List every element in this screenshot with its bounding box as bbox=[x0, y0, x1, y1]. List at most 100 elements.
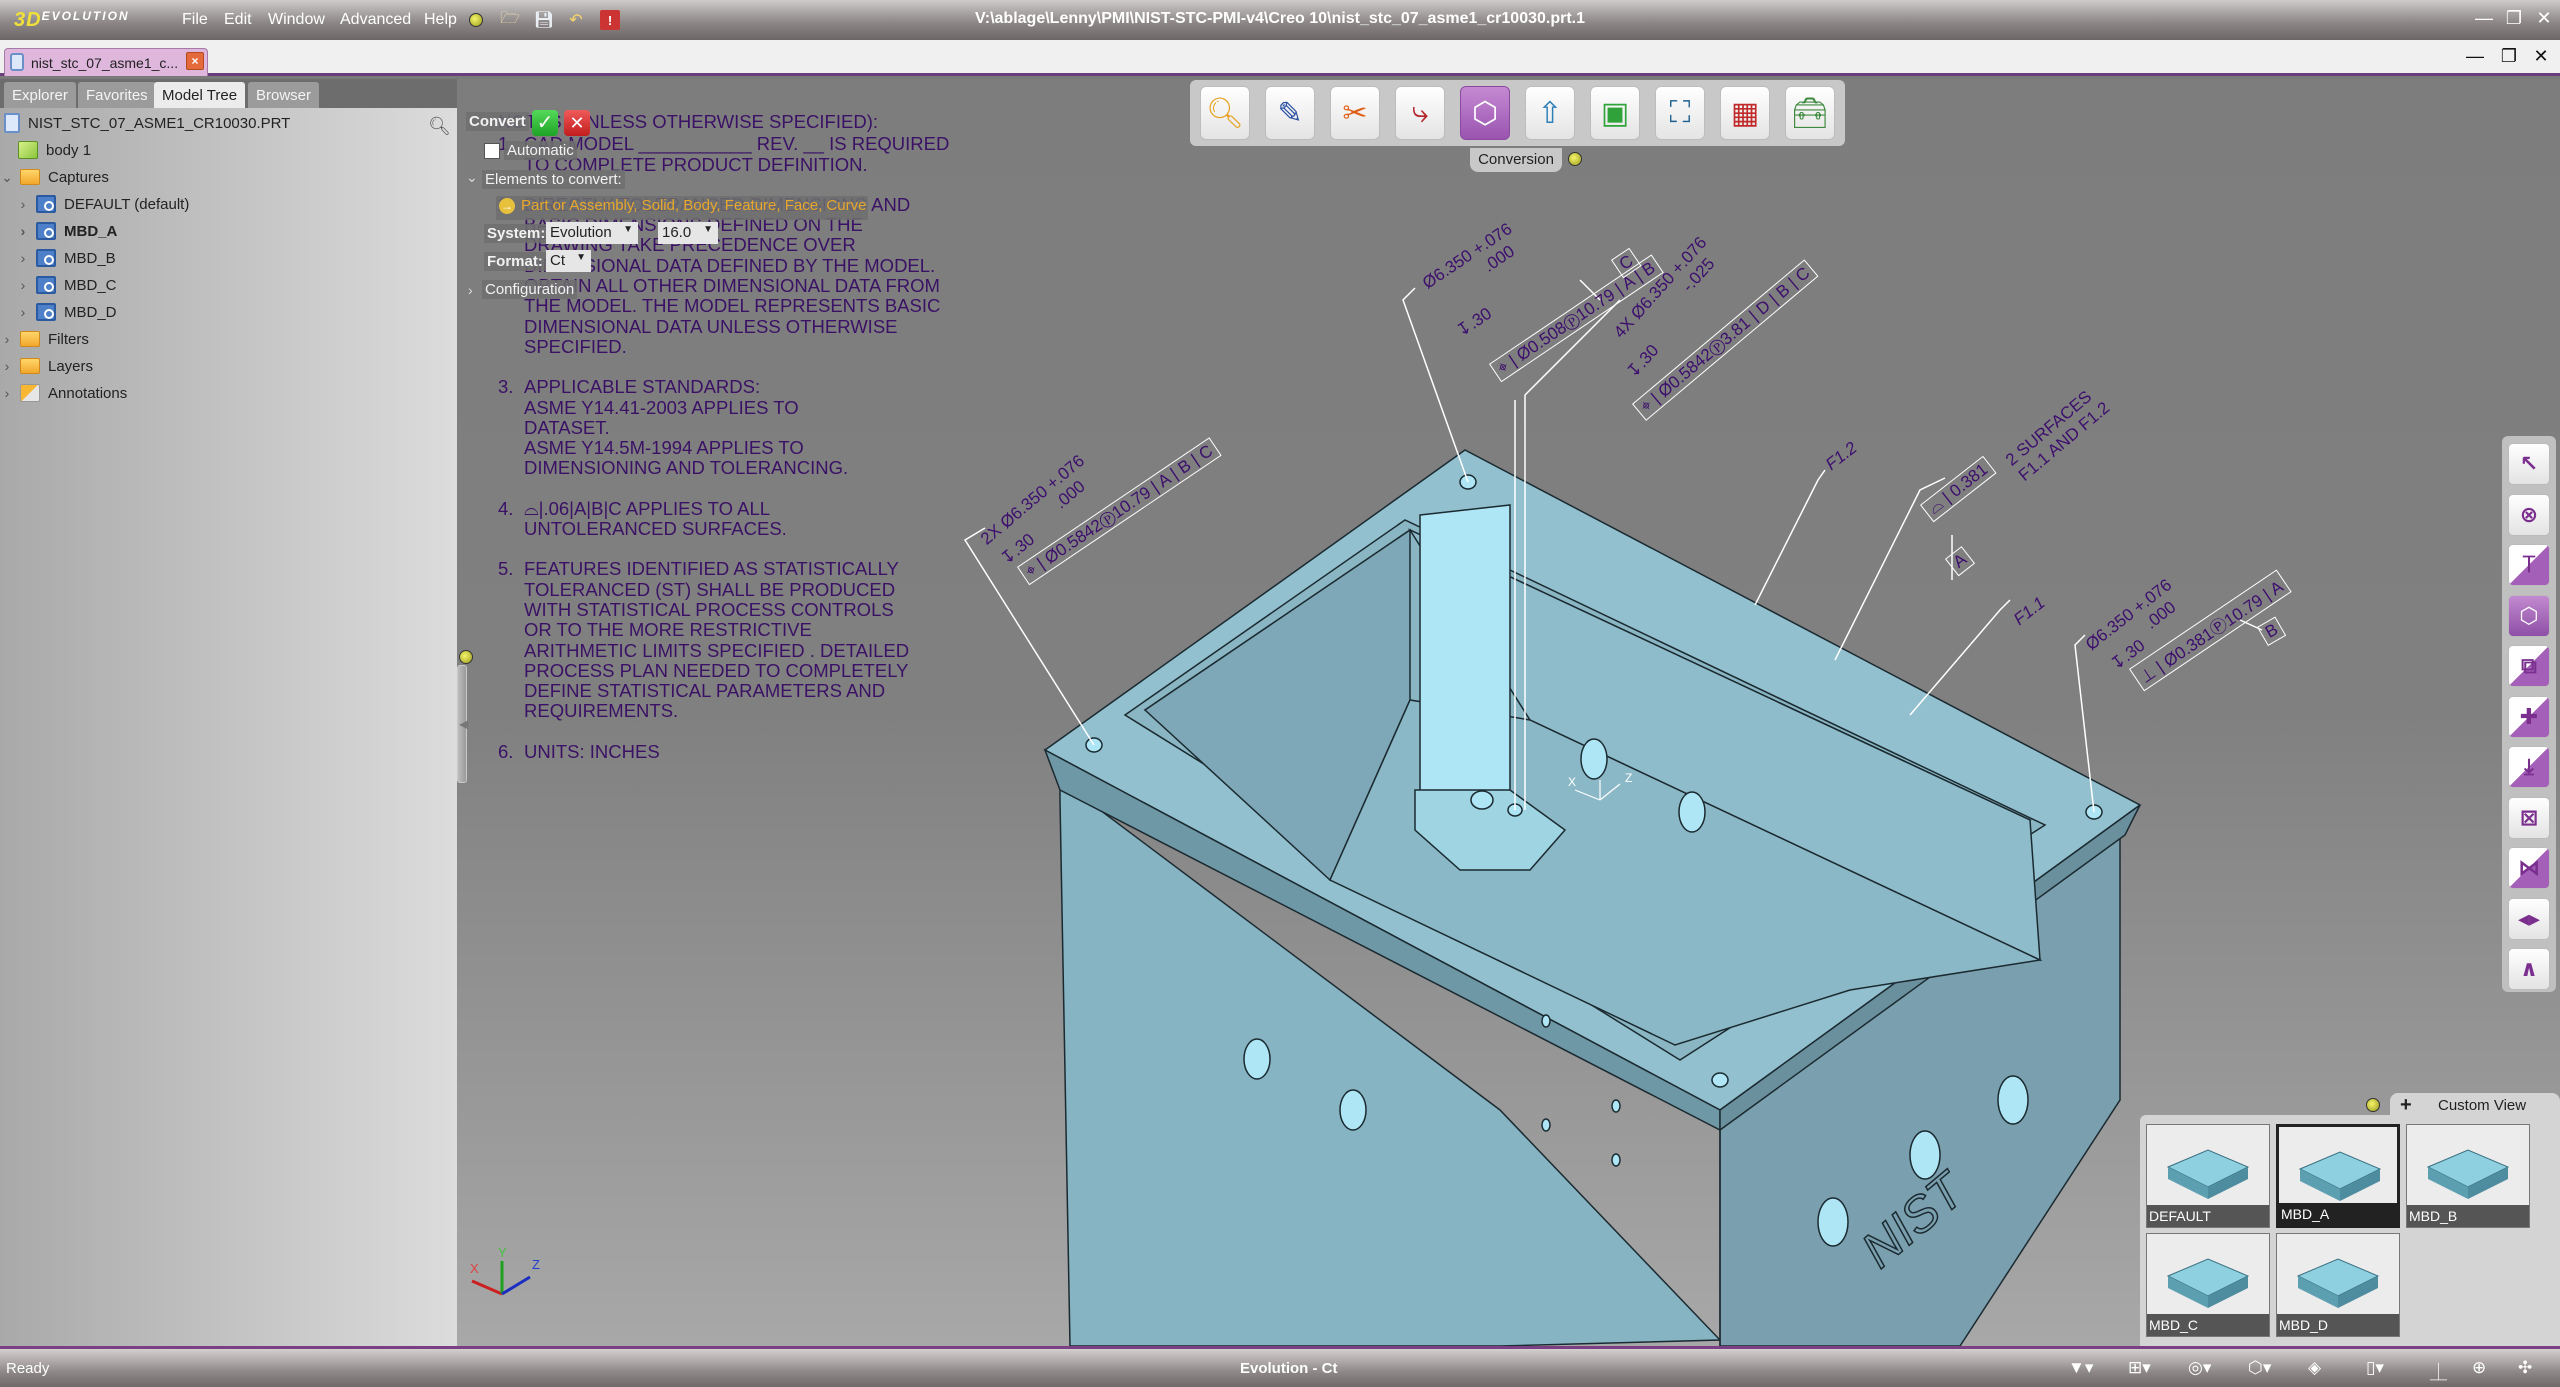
toolbox-button[interactable]: 🧰︎ bbox=[1785, 86, 1835, 140]
chevron-right-icon[interactable]: › bbox=[0, 331, 14, 347]
elements-to-convert-value[interactable]: → Part or Assembly, Solid, Body, Feature,… bbox=[496, 196, 868, 220]
tree-item-label: MBD_C bbox=[64, 276, 117, 294]
tab-browser[interactable]: Browser bbox=[248, 82, 320, 108]
box-cross-button[interactable]: ⊠ bbox=[2508, 796, 2550, 839]
doc-minimize-button[interactable]: — bbox=[2462, 46, 2488, 70]
conversion-tab[interactable]: Conversion bbox=[1470, 148, 1562, 172]
add-view-icon[interactable]: + bbox=[2400, 1094, 2412, 1117]
visibility-icon[interactable]: ◎▾ bbox=[2188, 1358, 2211, 1378]
shading-icon[interactable]: ◈ bbox=[2308, 1358, 2321, 1378]
pin-icon[interactable] bbox=[466, 10, 486, 30]
menu-window[interactable]: Window bbox=[268, 11, 325, 29]
save-icon[interactable]: 💾︎ bbox=[534, 10, 554, 30]
tree-item-capture[interactable]: › MBD_A bbox=[16, 218, 117, 244]
note-item: 1.CAD MODEL ___________ REV. __ IS REQUI… bbox=[498, 133, 1038, 175]
close-tab-icon[interactable]: × bbox=[186, 52, 204, 70]
tab-model-tree[interactable]: Model Tree bbox=[154, 82, 246, 108]
collapse-left-icon[interactable]: ◀ bbox=[459, 717, 468, 731]
cancel-button[interactable]: ⊗ bbox=[2508, 493, 2550, 536]
cancel-icon: ⊗ bbox=[2519, 501, 2539, 527]
elements-to-convert-label[interactable]: Elements to convert: bbox=[482, 170, 625, 189]
format-select[interactable]: Ct ▼ bbox=[546, 250, 591, 272]
part-icon bbox=[10, 53, 24, 71]
view-thumbnail[interactable]: MBD_B bbox=[2406, 1124, 2530, 1228]
chevron-right-icon[interactable]: › bbox=[468, 282, 473, 298]
inspect-button[interactable]: 🔍︎ bbox=[1200, 86, 1250, 140]
cancel-button[interactable]: ✕ bbox=[564, 110, 590, 136]
chevron-right-icon[interactable]: › bbox=[16, 196, 30, 212]
tree-item-annotations[interactable]: › Annotations bbox=[0, 380, 127, 406]
doc-close-button[interactable]: ✕ bbox=[2528, 46, 2554, 70]
convert-button[interactable]: ⬡ bbox=[2508, 594, 2550, 637]
tab-explorer[interactable]: Explorer bbox=[4, 82, 76, 108]
conversion-button[interactable]: ⬡ bbox=[1460, 86, 1510, 140]
tree-item-capture[interactable]: › DEFAULT (default) bbox=[16, 191, 189, 217]
add-button[interactable]: ✚ bbox=[2508, 695, 2550, 738]
tree-item-part[interactable]: NIST_STC_07_ASME1_CR10030.PRT bbox=[4, 110, 290, 136]
configuration-section[interactable]: Configuration bbox=[482, 280, 578, 299]
collapse-up-button[interactable]: ∧ bbox=[2508, 948, 2550, 990]
menu-file[interactable]: File bbox=[182, 11, 208, 29]
chevron-right-icon[interactable]: › bbox=[0, 358, 14, 374]
minimize-button[interactable]: — bbox=[2470, 8, 2498, 32]
pin-icon[interactable] bbox=[1568, 152, 1582, 166]
menu-edit[interactable]: Edit bbox=[224, 11, 252, 29]
restore-button[interactable]: ❐ bbox=[2500, 8, 2528, 32]
search-icon[interactable]: 🔍︎ bbox=[428, 116, 451, 137]
menu-help[interactable]: Help bbox=[424, 11, 457, 29]
format-label: Format: bbox=[484, 252, 546, 271]
report-icon[interactable]: ! bbox=[600, 10, 620, 30]
tree-item-layers[interactable]: › Layers bbox=[0, 353, 93, 379]
tree-item-capture[interactable]: › MBD_B bbox=[16, 245, 116, 271]
confirm-button[interactable]: ✓ bbox=[532, 110, 558, 136]
filter-icon[interactable]: ▼▾ bbox=[2068, 1358, 2093, 1378]
view-thumbnail[interactable]: MBD_D bbox=[2276, 1233, 2400, 1337]
pin-icon[interactable] bbox=[459, 650, 473, 664]
chevron-down-icon[interactable]: ⌄ bbox=[0, 169, 14, 186]
close-button[interactable]: ✕ bbox=[2530, 8, 2558, 32]
display-mode-icon[interactable]: ▯▾ bbox=[2366, 1358, 2384, 1378]
center-icon[interactable]: ⊕ bbox=[2472, 1358, 2486, 1378]
undo-icon[interactable]: ↶ bbox=[566, 10, 586, 30]
drawing-button[interactable]: ▦ bbox=[1720, 86, 1770, 140]
document-tab[interactable]: nist_stc_07_asme1_c... bbox=[4, 48, 208, 76]
chevron-right-icon[interactable]: › bbox=[16, 277, 30, 293]
select-arrow-button[interactable]: ↖ bbox=[2508, 443, 2550, 485]
doc-restore-button[interactable]: ❐ bbox=[2496, 46, 2522, 70]
plane-icon[interactable]: ⏊ bbox=[2430, 1358, 2447, 1383]
chevron-right-icon[interactable]: › bbox=[16, 223, 30, 239]
pmi-transfer-button[interactable]: ⤷ bbox=[1395, 86, 1445, 140]
tab-favorites[interactable]: Favorites bbox=[78, 82, 156, 108]
tree-item-captures[interactable]: ⌄ Captures bbox=[0, 164, 109, 190]
tree-item-capture[interactable]: › MBD_C bbox=[16, 272, 117, 298]
version-select[interactable]: 16.0 ▼ bbox=[658, 222, 718, 244]
open-folder-icon[interactable]: 🗁 bbox=[500, 10, 520, 30]
join-button[interactable]: ⋈ bbox=[2508, 847, 2550, 889]
hierarchy-icon[interactable]: ⊞▾ bbox=[2128, 1358, 2151, 1378]
tree-item-filters[interactable]: › Filters bbox=[0, 326, 89, 352]
chevron-right-icon[interactable]: › bbox=[0, 385, 14, 401]
structure-button[interactable]: ⛶ bbox=[1655, 86, 1705, 140]
edit-button[interactable]: ✎ bbox=[1265, 86, 1315, 140]
view-thumbnail[interactable]: MBD_C bbox=[2146, 1233, 2270, 1337]
menu-advanced[interactable]: Advanced bbox=[340, 11, 411, 29]
frame-button[interactable]: ▣ bbox=[1590, 86, 1640, 140]
pan-icon[interactable]: ✣ bbox=[2518, 1358, 2532, 1378]
system-select[interactable]: Evolution ▼ bbox=[546, 222, 638, 244]
view-thumbnail[interactable]: DEFAULT bbox=[2146, 1124, 2270, 1228]
pin-icon[interactable] bbox=[2366, 1098, 2380, 1112]
tools-button[interactable]: ✂ bbox=[1330, 86, 1380, 140]
export-button[interactable]: ⇧ bbox=[1525, 86, 1575, 140]
chevron-right-icon[interactable]: › bbox=[16, 304, 30, 320]
tree-item-capture[interactable]: › MBD_D bbox=[16, 299, 117, 325]
split-button[interactable]: ⧉ bbox=[2508, 645, 2550, 687]
tree-item-body[interactable]: body 1 bbox=[18, 137, 91, 163]
view-thumbnail[interactable]: MBD_A bbox=[2276, 1124, 2400, 1228]
view-cube-icon[interactable]: ⬡▾ bbox=[2248, 1358, 2271, 1378]
measure-button[interactable]: ⟙ bbox=[2508, 544, 2550, 586]
chevron-down-icon[interactable]: ⌄ bbox=[466, 169, 478, 186]
automatic-checkbox[interactable] bbox=[484, 143, 500, 159]
separate-button[interactable]: ◂▸ bbox=[2508, 897, 2550, 940]
chevron-right-icon[interactable]: › bbox=[16, 250, 30, 266]
insert-button[interactable]: ⤓ bbox=[2508, 746, 2550, 788]
